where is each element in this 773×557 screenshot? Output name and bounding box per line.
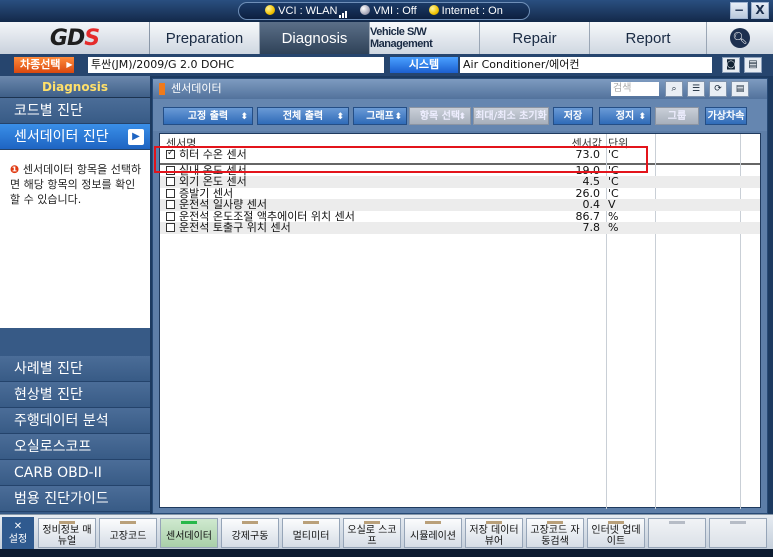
settings-button[interactable]: ✕ 설정 xyxy=(2,517,34,549)
chevron-updown-icon: ⬍ xyxy=(240,112,248,122)
table-header: 센서명 센서값 단위 xyxy=(160,134,760,150)
sensor-table: 센서명 센서값 단위 히터 수온 센서 73.0 'C 실내 온도 센서 19.… xyxy=(159,133,761,509)
table-row-selected[interactable]: 히터 수온 센서 73.0 'C xyxy=(160,148,760,161)
sensor-data-button[interactable]: 센서데이터 xyxy=(160,518,218,548)
manual-button[interactable]: 정비정보 매뉴얼 xyxy=(38,518,96,548)
item-select-button[interactable]: 항목 선택 ⬍ xyxy=(409,107,471,125)
checkbox[interactable] xyxy=(166,223,175,232)
close-button[interactable]: X xyxy=(751,2,769,19)
panel-header: 센서데이터 검색 ⌕ ☰ ⟳ ▤ xyxy=(153,79,767,99)
sidebar: Diagnosis 코드별 진단 센서데이터 진단 ▶ ❶ 센서데이터 항목을 … xyxy=(0,76,150,514)
minmax-reset-button[interactable]: 최대/최소 초기화 xyxy=(473,107,549,125)
simulation-button[interactable]: 시뮬레이션 xyxy=(404,518,462,548)
vehicle-value: 투싼(JM)/2009/G 2.0 DOHC xyxy=(88,57,384,73)
panel-flag-icon xyxy=(159,83,165,95)
vci-indicator-icon xyxy=(265,4,276,15)
sidebar-item-case-diagnosis[interactable]: 사례별 진단 xyxy=(0,356,150,382)
sidebar-info: ❶ 센서데이터 항목을 선택하면 해당 항목의 정보를 확인 할 수 있습니다. xyxy=(0,150,150,328)
table-row[interactable]: 실내 온도 센서 19.0 'C xyxy=(160,164,760,177)
panel-toolbar: 고정 출력 ⬍ 전체 출력 ⬍ 그래프 ⬍ 항목 선택 ⬍ 최대/최소 초기화 저장 정… xyxy=(153,99,767,131)
list-icon[interactable]: ☰ xyxy=(687,81,705,97)
sidebar-item-drive-data[interactable]: 주행데이터 분석 xyxy=(0,408,150,434)
checkbox[interactable] xyxy=(166,177,175,186)
system-select-button[interactable]: 시스템 xyxy=(390,57,458,73)
bottom-toolbar: ✕ 설정 정비정보 매뉴얼 고장코드 센서데이터 강제구동 멀티미터 오실로 스… xyxy=(0,514,773,549)
search-icon: 🔍︎ xyxy=(730,28,750,48)
vehicle-select-button[interactable]: 차종선택 xyxy=(14,57,75,73)
search-icon[interactable]: ⌕ xyxy=(665,81,683,97)
group-button[interactable]: 그룹 xyxy=(655,107,699,125)
all-output-button[interactable]: 전체 출력 ⬍ xyxy=(257,107,349,125)
sidebar-item-carb-obd[interactable]: CARB OBD-II xyxy=(0,460,150,486)
vmi-indicator-icon xyxy=(360,5,371,15)
sensor-unit: 'C xyxy=(608,148,619,161)
checkbox-checked[interactable] xyxy=(166,148,175,160)
system-value: Air Conditioner/에어컨 xyxy=(460,57,712,73)
graph-button[interactable]: 그래프 ⬍ xyxy=(353,107,407,125)
logo-text: GDS xyxy=(49,25,100,51)
empty-slot-button[interactable] xyxy=(709,518,767,548)
checkbox[interactable] xyxy=(166,211,175,221)
camera-icon[interactable]: ◙ xyxy=(722,57,740,73)
vmi-status: VMI : Off xyxy=(360,5,417,17)
save-button[interactable]: 저장 xyxy=(553,107,593,125)
os-taskbar xyxy=(0,549,773,557)
gds-logo: GDS xyxy=(0,22,150,54)
checkbox[interactable] xyxy=(166,165,175,175)
stop-button[interactable]: 정지 ⬍ xyxy=(599,107,651,125)
actuation-test-button[interactable]: 강제구동 xyxy=(221,518,279,548)
chevron-updown-icon: ⬍ xyxy=(638,112,646,122)
retry-icon[interactable]: ⟳ xyxy=(709,81,727,97)
signal-icon xyxy=(339,6,348,18)
search-input[interactable]: 검색 xyxy=(611,82,659,96)
sidebar-item-symptom-diagnosis[interactable]: 현상별 진단 xyxy=(0,382,150,408)
multimeter-button[interactable]: 멀티미터 xyxy=(282,518,340,548)
internet-update-button[interactable]: 인터넷 업데이트 xyxy=(587,518,645,548)
internet-indicator-icon xyxy=(428,5,439,15)
oscilloscope-button[interactable]: 오실로 스코프 xyxy=(343,518,401,548)
table-row[interactable]: 운전석 토출구 위치 센서 7.8 % xyxy=(160,222,760,234)
sidebar-item-code-diagnosis[interactable]: 코드별 진단 xyxy=(0,98,150,124)
print-icon[interactable]: ▤ xyxy=(744,57,762,73)
info-icon: ❶ xyxy=(10,163,20,176)
chevron-updown-icon: ⬍ xyxy=(336,112,344,122)
global-search-button[interactable]: 🔍︎ xyxy=(707,22,773,54)
dtc-button[interactable]: 고장코드 xyxy=(99,518,157,548)
sensor-value: 73.0 xyxy=(575,148,601,161)
sidebar-item-sensor-data[interactable]: 센서데이터 진단 ▶ xyxy=(0,124,150,150)
sidebar-header: Diagnosis xyxy=(0,76,150,98)
wrench-icon: ✕ xyxy=(13,521,23,532)
chevron-updown-icon: ⬍ xyxy=(394,112,402,122)
sensor-data-panel: 센서데이터 검색 ⌕ ☰ ⟳ ▤ 고정 출력 ⬍ 전체 출력 ⬍ 그래프 ⬍ 항목 선… xyxy=(152,78,768,514)
tab-diagnosis[interactable]: Diagnosis xyxy=(260,22,370,54)
auto-dtc-search-button[interactable]: 고장코드 자동검색 xyxy=(526,518,584,548)
sidebar-info-text: 센서데이터 항목을 선택하면 해당 항목의 정보를 확인 할 수 있습니다. xyxy=(10,163,142,206)
sidebar-item-label: 센서데이터 진단 xyxy=(14,129,109,145)
tab-preparation[interactable]: Preparation xyxy=(150,22,260,54)
internet-status: Internet : On xyxy=(428,5,503,17)
table-row[interactable]: 외기 온도 센서 4.5 'C xyxy=(160,176,760,188)
tab-repair[interactable]: Repair xyxy=(480,22,590,54)
fixed-output-button[interactable]: 고정 출력 ⬍ xyxy=(163,107,253,125)
sidebar-item-oscilloscope[interactable]: 오실로스코프 xyxy=(0,434,150,460)
saved-data-viewer-button[interactable]: 저장 데이터 뷰어 xyxy=(465,518,523,548)
sidebar-item-generic-guide[interactable]: 범용 진단가이드 xyxy=(0,486,150,512)
menu-icon[interactable]: ▤ xyxy=(731,81,749,97)
main-nav: GDS Preparation Diagnosis Vehicle S/W Ma… xyxy=(0,22,773,54)
checkbox[interactable] xyxy=(166,188,175,198)
chevron-right-icon: ▶ xyxy=(128,129,144,145)
panel-title: 센서데이터 xyxy=(171,82,222,95)
virtual-speed-button[interactable]: 가상차속 xyxy=(705,107,747,125)
title-bar: VCI : WLAN VMI : Off Internet : On − X xyxy=(0,0,773,22)
tab-vehicle-sw-management[interactable]: Vehicle S/W Management xyxy=(370,22,480,54)
chevron-updown-icon: ⬍ xyxy=(458,112,466,122)
connection-status: VCI : WLAN VMI : Off Internet : On xyxy=(238,2,530,20)
vci-status: VCI : WLAN xyxy=(265,4,348,18)
minimize-button[interactable]: − xyxy=(730,2,748,19)
tab-report[interactable]: Report xyxy=(590,22,707,54)
empty-slot-button[interactable] xyxy=(648,518,706,548)
settings-label: 설정 xyxy=(8,534,28,545)
checkbox[interactable] xyxy=(166,200,175,209)
vehicle-bar: 차종선택 투싼(JM)/2009/G 2.0 DOHC 시스템 Air Cond… xyxy=(0,54,773,76)
